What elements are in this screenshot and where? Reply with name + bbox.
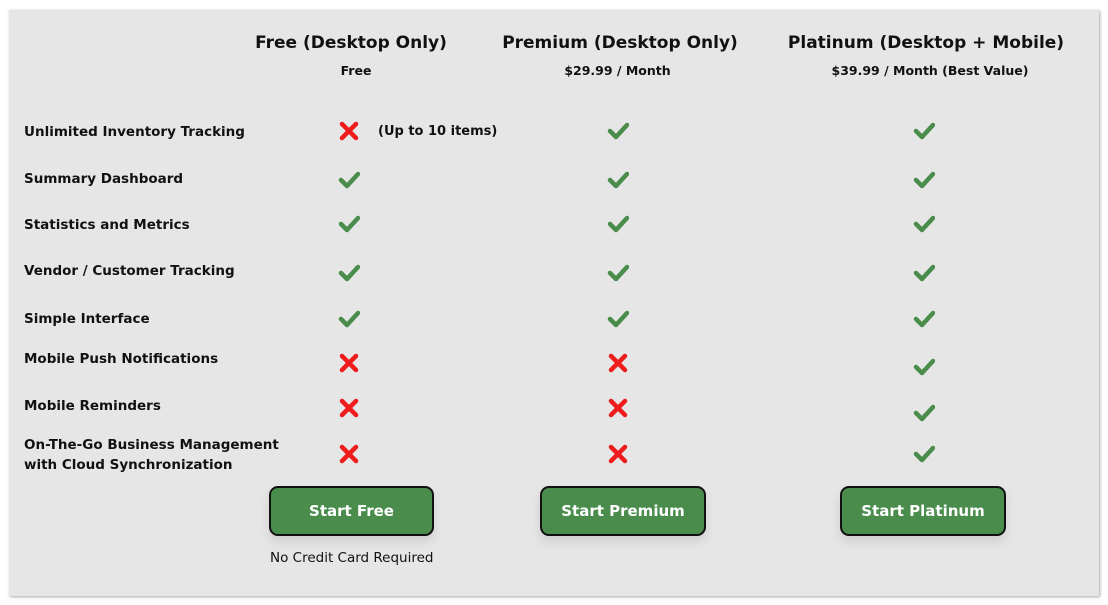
check-icon <box>607 309 630 329</box>
feature-label: Simple Interface <box>24 311 150 327</box>
check-icon <box>913 403 936 423</box>
check-icon <box>338 170 361 190</box>
feature-label: Mobile Push Notifications <box>24 351 219 367</box>
feature-label: On-The-Go Business Management with Cloud… <box>24 435 279 475</box>
check-icon <box>913 214 936 234</box>
check-icon <box>913 121 936 141</box>
cross-icon <box>338 121 360 141</box>
cross-icon <box>607 353 629 373</box>
check-icon <box>607 170 630 190</box>
plan-price-premium: $29.99 / Month <box>564 63 671 78</box>
plan-title-free: Free (Desktop Only) <box>255 33 447 53</box>
feature-label: Vendor / Customer Tracking <box>24 263 235 279</box>
start-free-button[interactable]: Start Free <box>269 486 434 536</box>
cross-icon <box>607 398 629 418</box>
free-limit-note: (Up to 10 items) <box>378 124 498 139</box>
start-premium-button[interactable]: Start Premium <box>540 486 706 536</box>
plan-price-platinum: $39.99 / Month (Best Value) <box>831 63 1029 78</box>
check-icon <box>607 263 630 283</box>
feature-label: Summary Dashboard <box>24 171 184 187</box>
cross-icon <box>338 444 360 464</box>
check-icon <box>913 357 936 377</box>
feature-label-line1: On-The-Go Business Management <box>24 437 279 453</box>
feature-label: Unlimited Inventory Tracking <box>24 124 245 140</box>
check-icon <box>338 263 361 283</box>
feature-label-line2: with Cloud Synchronization <box>24 457 233 473</box>
no-credit-card-note: No Credit Card Required <box>270 550 434 566</box>
plan-price-free: Free <box>340 63 372 78</box>
plan-title-premium: Premium (Desktop Only) <box>502 33 738 53</box>
check-icon <box>913 170 936 190</box>
check-icon <box>338 214 361 234</box>
check-icon <box>607 214 630 234</box>
cross-icon <box>607 444 629 464</box>
check-icon <box>913 444 936 464</box>
check-icon <box>913 263 936 283</box>
feature-label: Mobile Reminders <box>24 398 161 414</box>
feature-label: Statistics and Metrics <box>24 217 190 233</box>
check-icon <box>338 309 361 329</box>
start-platinum-button[interactable]: Start Platinum <box>840 486 1006 536</box>
cross-icon <box>338 398 360 418</box>
plan-title-platinum: Platinum (Desktop + Mobile) <box>787 33 1065 53</box>
cross-icon <box>338 353 360 373</box>
check-icon <box>913 309 936 329</box>
check-icon <box>607 121 630 141</box>
